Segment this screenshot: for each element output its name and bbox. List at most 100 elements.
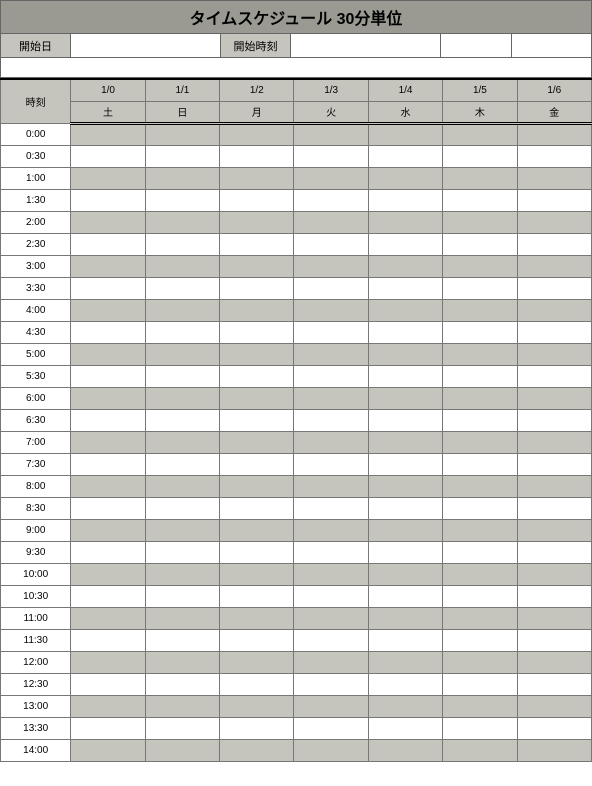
schedule-cell[interactable]	[443, 189, 517, 211]
schedule-cell[interactable]	[443, 431, 517, 453]
schedule-cell[interactable]	[71, 607, 145, 629]
schedule-cell[interactable]	[294, 475, 368, 497]
schedule-cell[interactable]	[220, 387, 294, 409]
schedule-cell[interactable]	[220, 475, 294, 497]
schedule-cell[interactable]	[368, 519, 442, 541]
schedule-cell[interactable]	[71, 717, 145, 739]
schedule-cell[interactable]	[517, 497, 591, 519]
schedule-cell[interactable]	[443, 475, 517, 497]
schedule-cell[interactable]	[443, 343, 517, 365]
schedule-cell[interactable]	[443, 211, 517, 233]
schedule-cell[interactable]	[220, 497, 294, 519]
schedule-cell[interactable]	[145, 387, 219, 409]
schedule-cell[interactable]	[294, 321, 368, 343]
schedule-cell[interactable]	[517, 167, 591, 189]
schedule-cell[interactable]	[220, 717, 294, 739]
schedule-cell[interactable]	[220, 607, 294, 629]
schedule-cell[interactable]	[71, 321, 145, 343]
schedule-cell[interactable]	[517, 453, 591, 475]
schedule-cell[interactable]	[71, 233, 145, 255]
schedule-cell[interactable]	[71, 475, 145, 497]
schedule-cell[interactable]	[294, 563, 368, 585]
schedule-cell[interactable]	[220, 585, 294, 607]
schedule-cell[interactable]	[294, 145, 368, 167]
schedule-cell[interactable]	[517, 739, 591, 761]
schedule-cell[interactable]	[145, 145, 219, 167]
schedule-cell[interactable]	[368, 585, 442, 607]
schedule-cell[interactable]	[145, 519, 219, 541]
schedule-cell[interactable]	[145, 453, 219, 475]
schedule-cell[interactable]	[517, 651, 591, 673]
schedule-cell[interactable]	[145, 695, 219, 717]
schedule-cell[interactable]	[517, 409, 591, 431]
schedule-cell[interactable]	[145, 629, 219, 651]
schedule-cell[interactable]	[517, 321, 591, 343]
schedule-cell[interactable]	[71, 585, 145, 607]
schedule-cell[interactable]	[145, 343, 219, 365]
schedule-cell[interactable]	[71, 145, 145, 167]
schedule-cell[interactable]	[517, 585, 591, 607]
schedule-cell[interactable]	[517, 255, 591, 277]
schedule-cell[interactable]	[443, 563, 517, 585]
schedule-cell[interactable]	[294, 497, 368, 519]
schedule-cell[interactable]	[517, 475, 591, 497]
schedule-cell[interactable]	[368, 607, 442, 629]
schedule-cell[interactable]	[71, 431, 145, 453]
schedule-cell[interactable]	[368, 629, 442, 651]
schedule-cell[interactable]	[443, 607, 517, 629]
schedule-cell[interactable]	[443, 519, 517, 541]
schedule-cell[interactable]	[517, 541, 591, 563]
schedule-cell[interactable]	[294, 717, 368, 739]
schedule-cell[interactable]	[294, 343, 368, 365]
schedule-cell[interactable]	[443, 233, 517, 255]
schedule-cell[interactable]	[145, 739, 219, 761]
schedule-cell[interactable]	[368, 387, 442, 409]
schedule-cell[interactable]	[145, 321, 219, 343]
schedule-cell[interactable]	[443, 255, 517, 277]
schedule-cell[interactable]	[443, 673, 517, 695]
schedule-cell[interactable]	[294, 167, 368, 189]
schedule-cell[interactable]	[368, 541, 442, 563]
schedule-cell[interactable]	[145, 651, 219, 673]
schedule-cell[interactable]	[294, 255, 368, 277]
schedule-cell[interactable]	[294, 365, 368, 387]
schedule-cell[interactable]	[368, 211, 442, 233]
schedule-cell[interactable]	[368, 189, 442, 211]
schedule-cell[interactable]	[145, 431, 219, 453]
schedule-cell[interactable]	[368, 695, 442, 717]
schedule-cell[interactable]	[220, 233, 294, 255]
schedule-cell[interactable]	[368, 365, 442, 387]
schedule-cell[interactable]	[145, 673, 219, 695]
schedule-cell[interactable]	[145, 189, 219, 211]
schedule-cell[interactable]	[220, 695, 294, 717]
schedule-cell[interactable]	[220, 343, 294, 365]
schedule-cell[interactable]	[443, 365, 517, 387]
schedule-cell[interactable]	[368, 717, 442, 739]
schedule-cell[interactable]	[71, 541, 145, 563]
schedule-cell[interactable]	[145, 277, 219, 299]
schedule-cell[interactable]	[71, 167, 145, 189]
schedule-cell[interactable]	[294, 519, 368, 541]
schedule-cell[interactable]	[443, 145, 517, 167]
schedule-cell[interactable]	[517, 123, 591, 145]
schedule-cell[interactable]	[71, 409, 145, 431]
schedule-cell[interactable]	[220, 211, 294, 233]
schedule-cell[interactable]	[220, 255, 294, 277]
schedule-cell[interactable]	[443, 167, 517, 189]
schedule-cell[interactable]	[443, 277, 517, 299]
schedule-cell[interactable]	[368, 453, 442, 475]
schedule-cell[interactable]	[294, 739, 368, 761]
schedule-cell[interactable]	[71, 211, 145, 233]
schedule-cell[interactable]	[145, 211, 219, 233]
schedule-cell[interactable]	[294, 277, 368, 299]
schedule-cell[interactable]	[145, 123, 219, 145]
schedule-cell[interactable]	[220, 189, 294, 211]
schedule-cell[interactable]	[443, 453, 517, 475]
schedule-cell[interactable]	[145, 541, 219, 563]
schedule-cell[interactable]	[220, 167, 294, 189]
schedule-cell[interactable]	[517, 607, 591, 629]
schedule-cell[interactable]	[517, 695, 591, 717]
schedule-cell[interactable]	[294, 387, 368, 409]
schedule-cell[interactable]	[71, 255, 145, 277]
schedule-cell[interactable]	[443, 651, 517, 673]
